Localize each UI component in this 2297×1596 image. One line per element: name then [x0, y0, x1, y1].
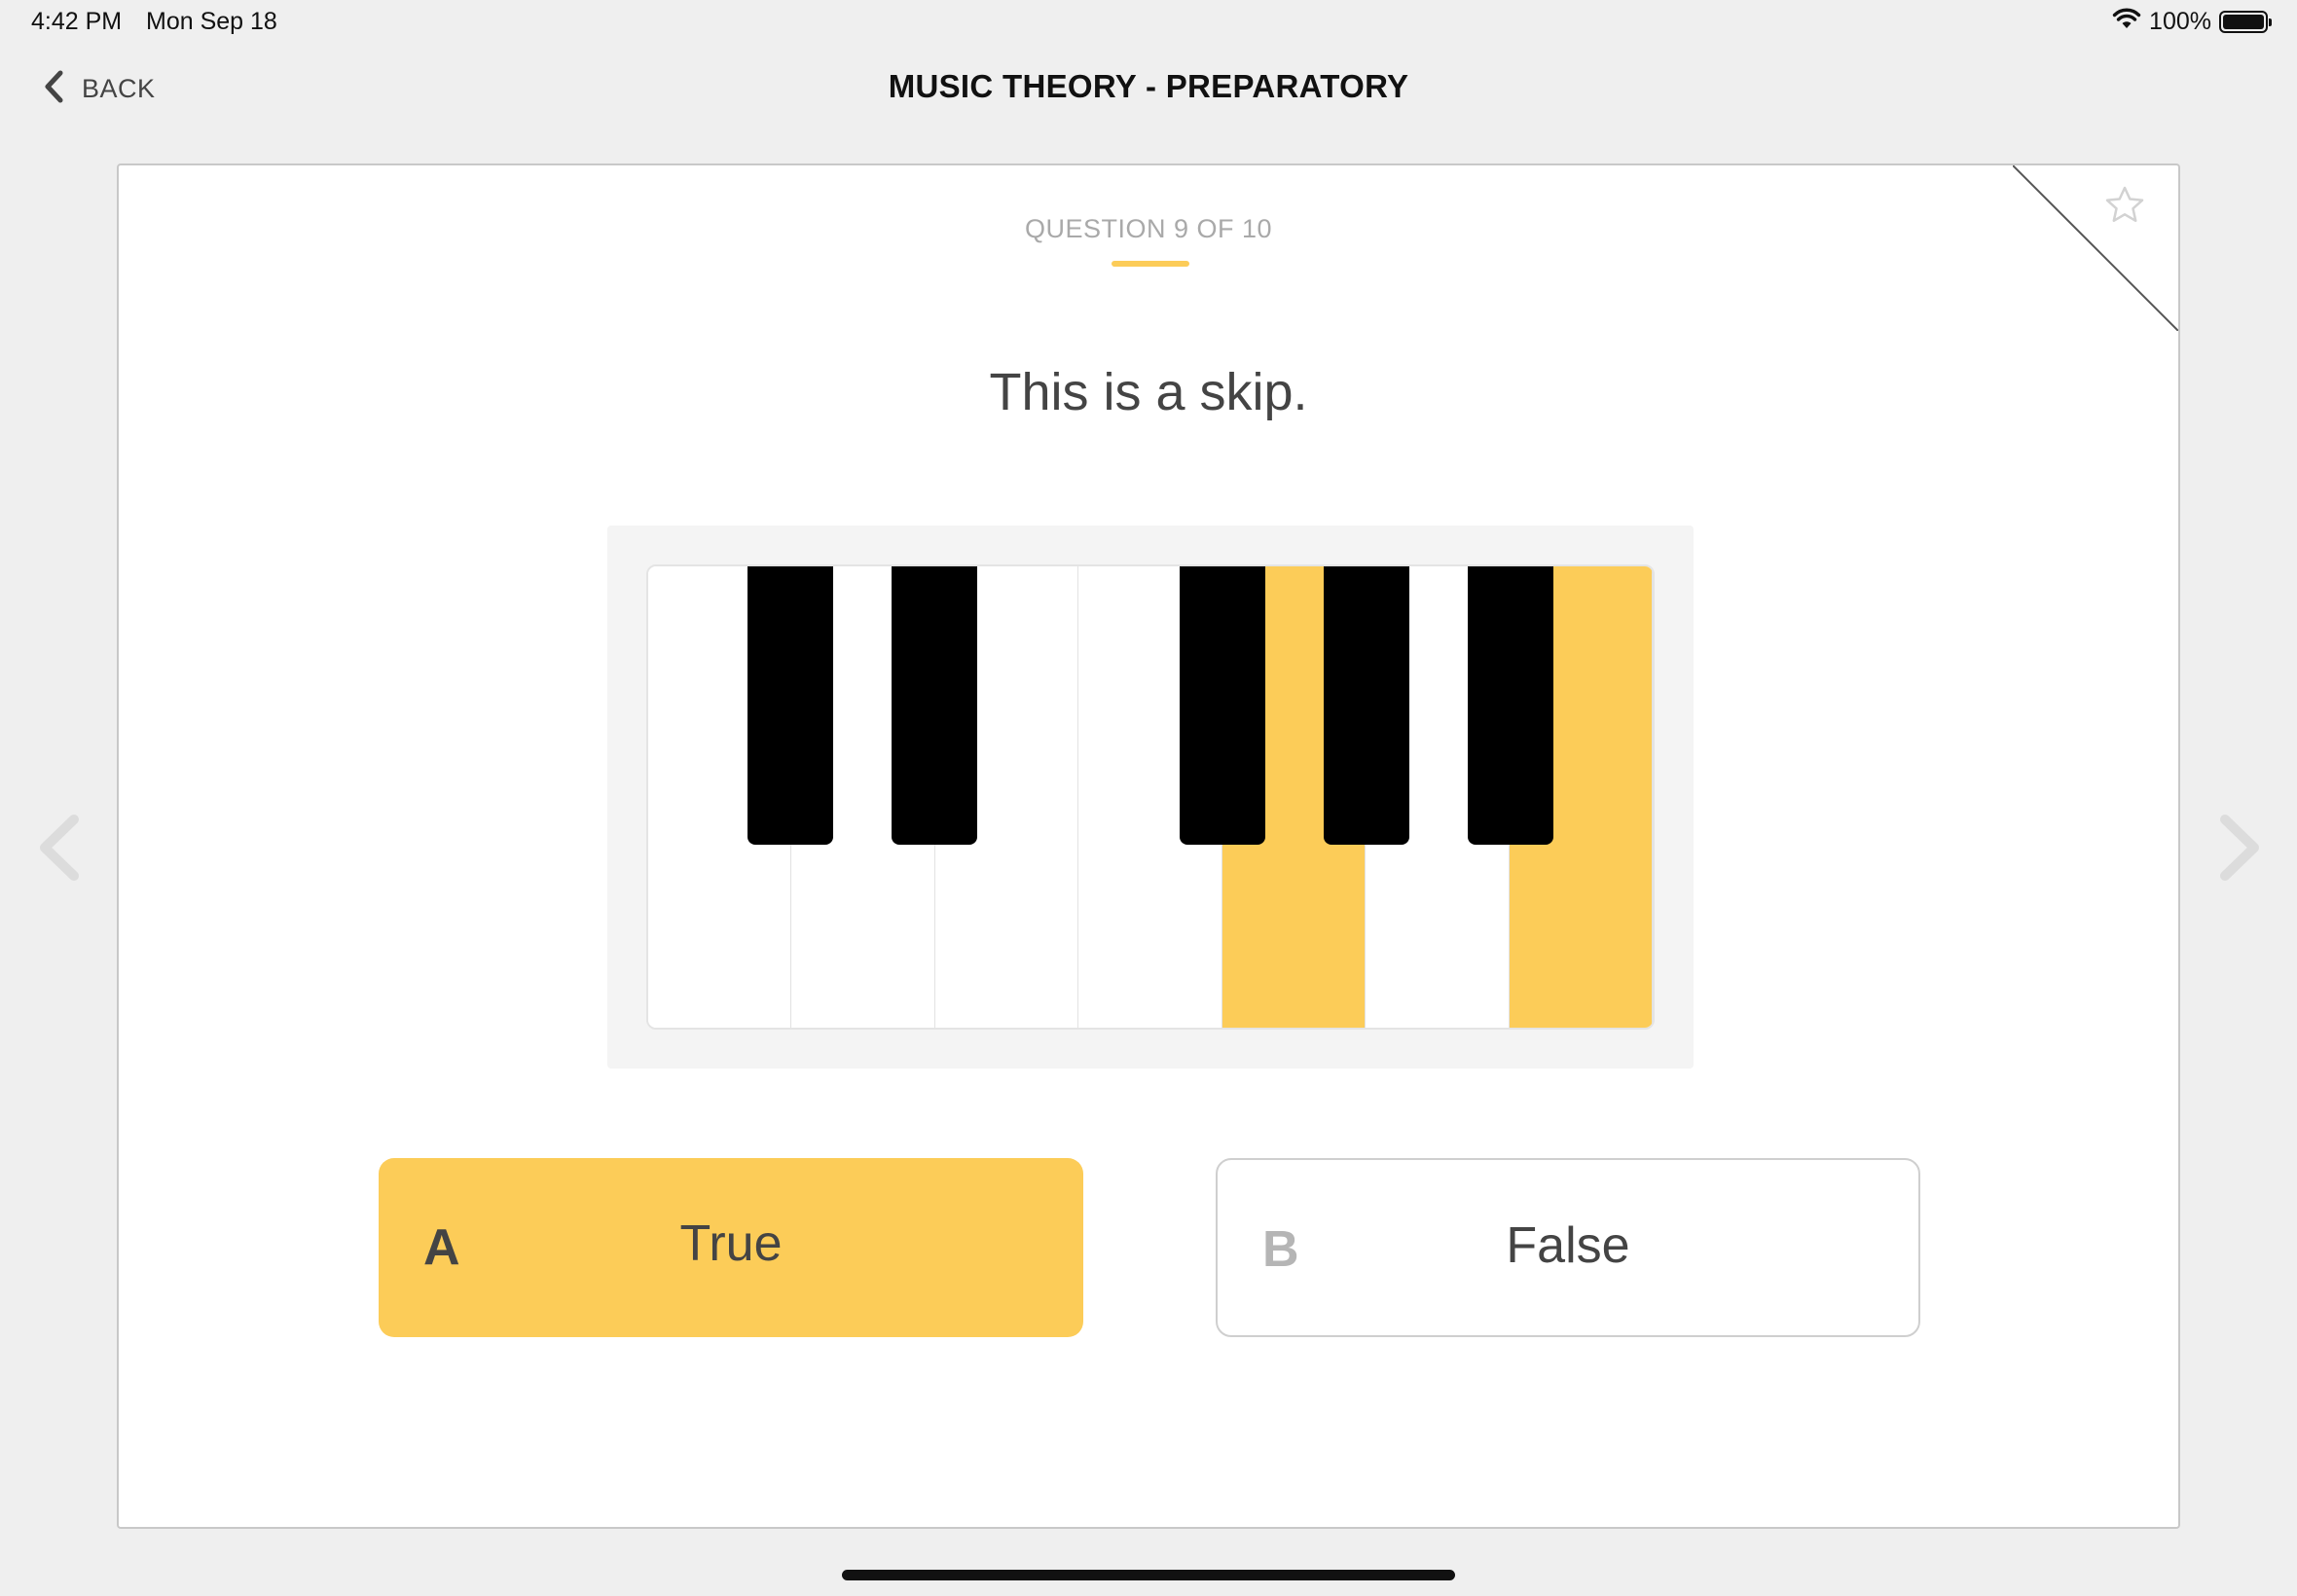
- question-card: QUESTION 9 OF 10 This is a skip. A True: [117, 163, 2180, 1529]
- question-counter: QUESTION 9 OF 10: [1024, 214, 1273, 243]
- counter-underline: [1112, 261, 1189, 267]
- black-key: [1324, 566, 1409, 845]
- page-title: MUSIC THEORY - PREPARATORY: [888, 68, 1409, 104]
- app-screen: 4:42 PM Mon Sep 18 100% BACK MUSIC THEOR…: [0, 0, 2297, 1596]
- answer-text: True: [679, 1215, 783, 1272]
- keyboard-panel: [607, 526, 1694, 1069]
- status-right: 100%: [2112, 8, 2272, 36]
- wifi-icon: [2112, 8, 2141, 36]
- black-key: [1468, 566, 1553, 845]
- chevron-left-icon: [40, 815, 79, 881]
- home-indicator[interactable]: [842, 1570, 1455, 1580]
- answer-a-button[interactable]: A True: [379, 1158, 1083, 1337]
- black-key: [1180, 566, 1265, 845]
- status-time: 4:42 PM: [31, 8, 123, 35]
- battery-percent: 100%: [2149, 8, 2211, 35]
- favorite-corner[interactable]: [2013, 165, 2178, 331]
- status-date: Mon Sep 18: [146, 8, 277, 35]
- black-key: [892, 566, 977, 845]
- answer-b-button[interactable]: B False: [1216, 1158, 1920, 1337]
- black-key: [747, 566, 833, 845]
- battery-icon: [2219, 11, 2272, 33]
- question-text: This is a skip.: [989, 363, 1308, 421]
- answer-text: False: [1506, 1217, 1630, 1274]
- piano-keyboard: [646, 564, 1655, 1030]
- chevron-right-icon: [2220, 815, 2259, 881]
- next-question-button[interactable]: [2215, 814, 2264, 882]
- previous-question-button[interactable]: [35, 814, 84, 882]
